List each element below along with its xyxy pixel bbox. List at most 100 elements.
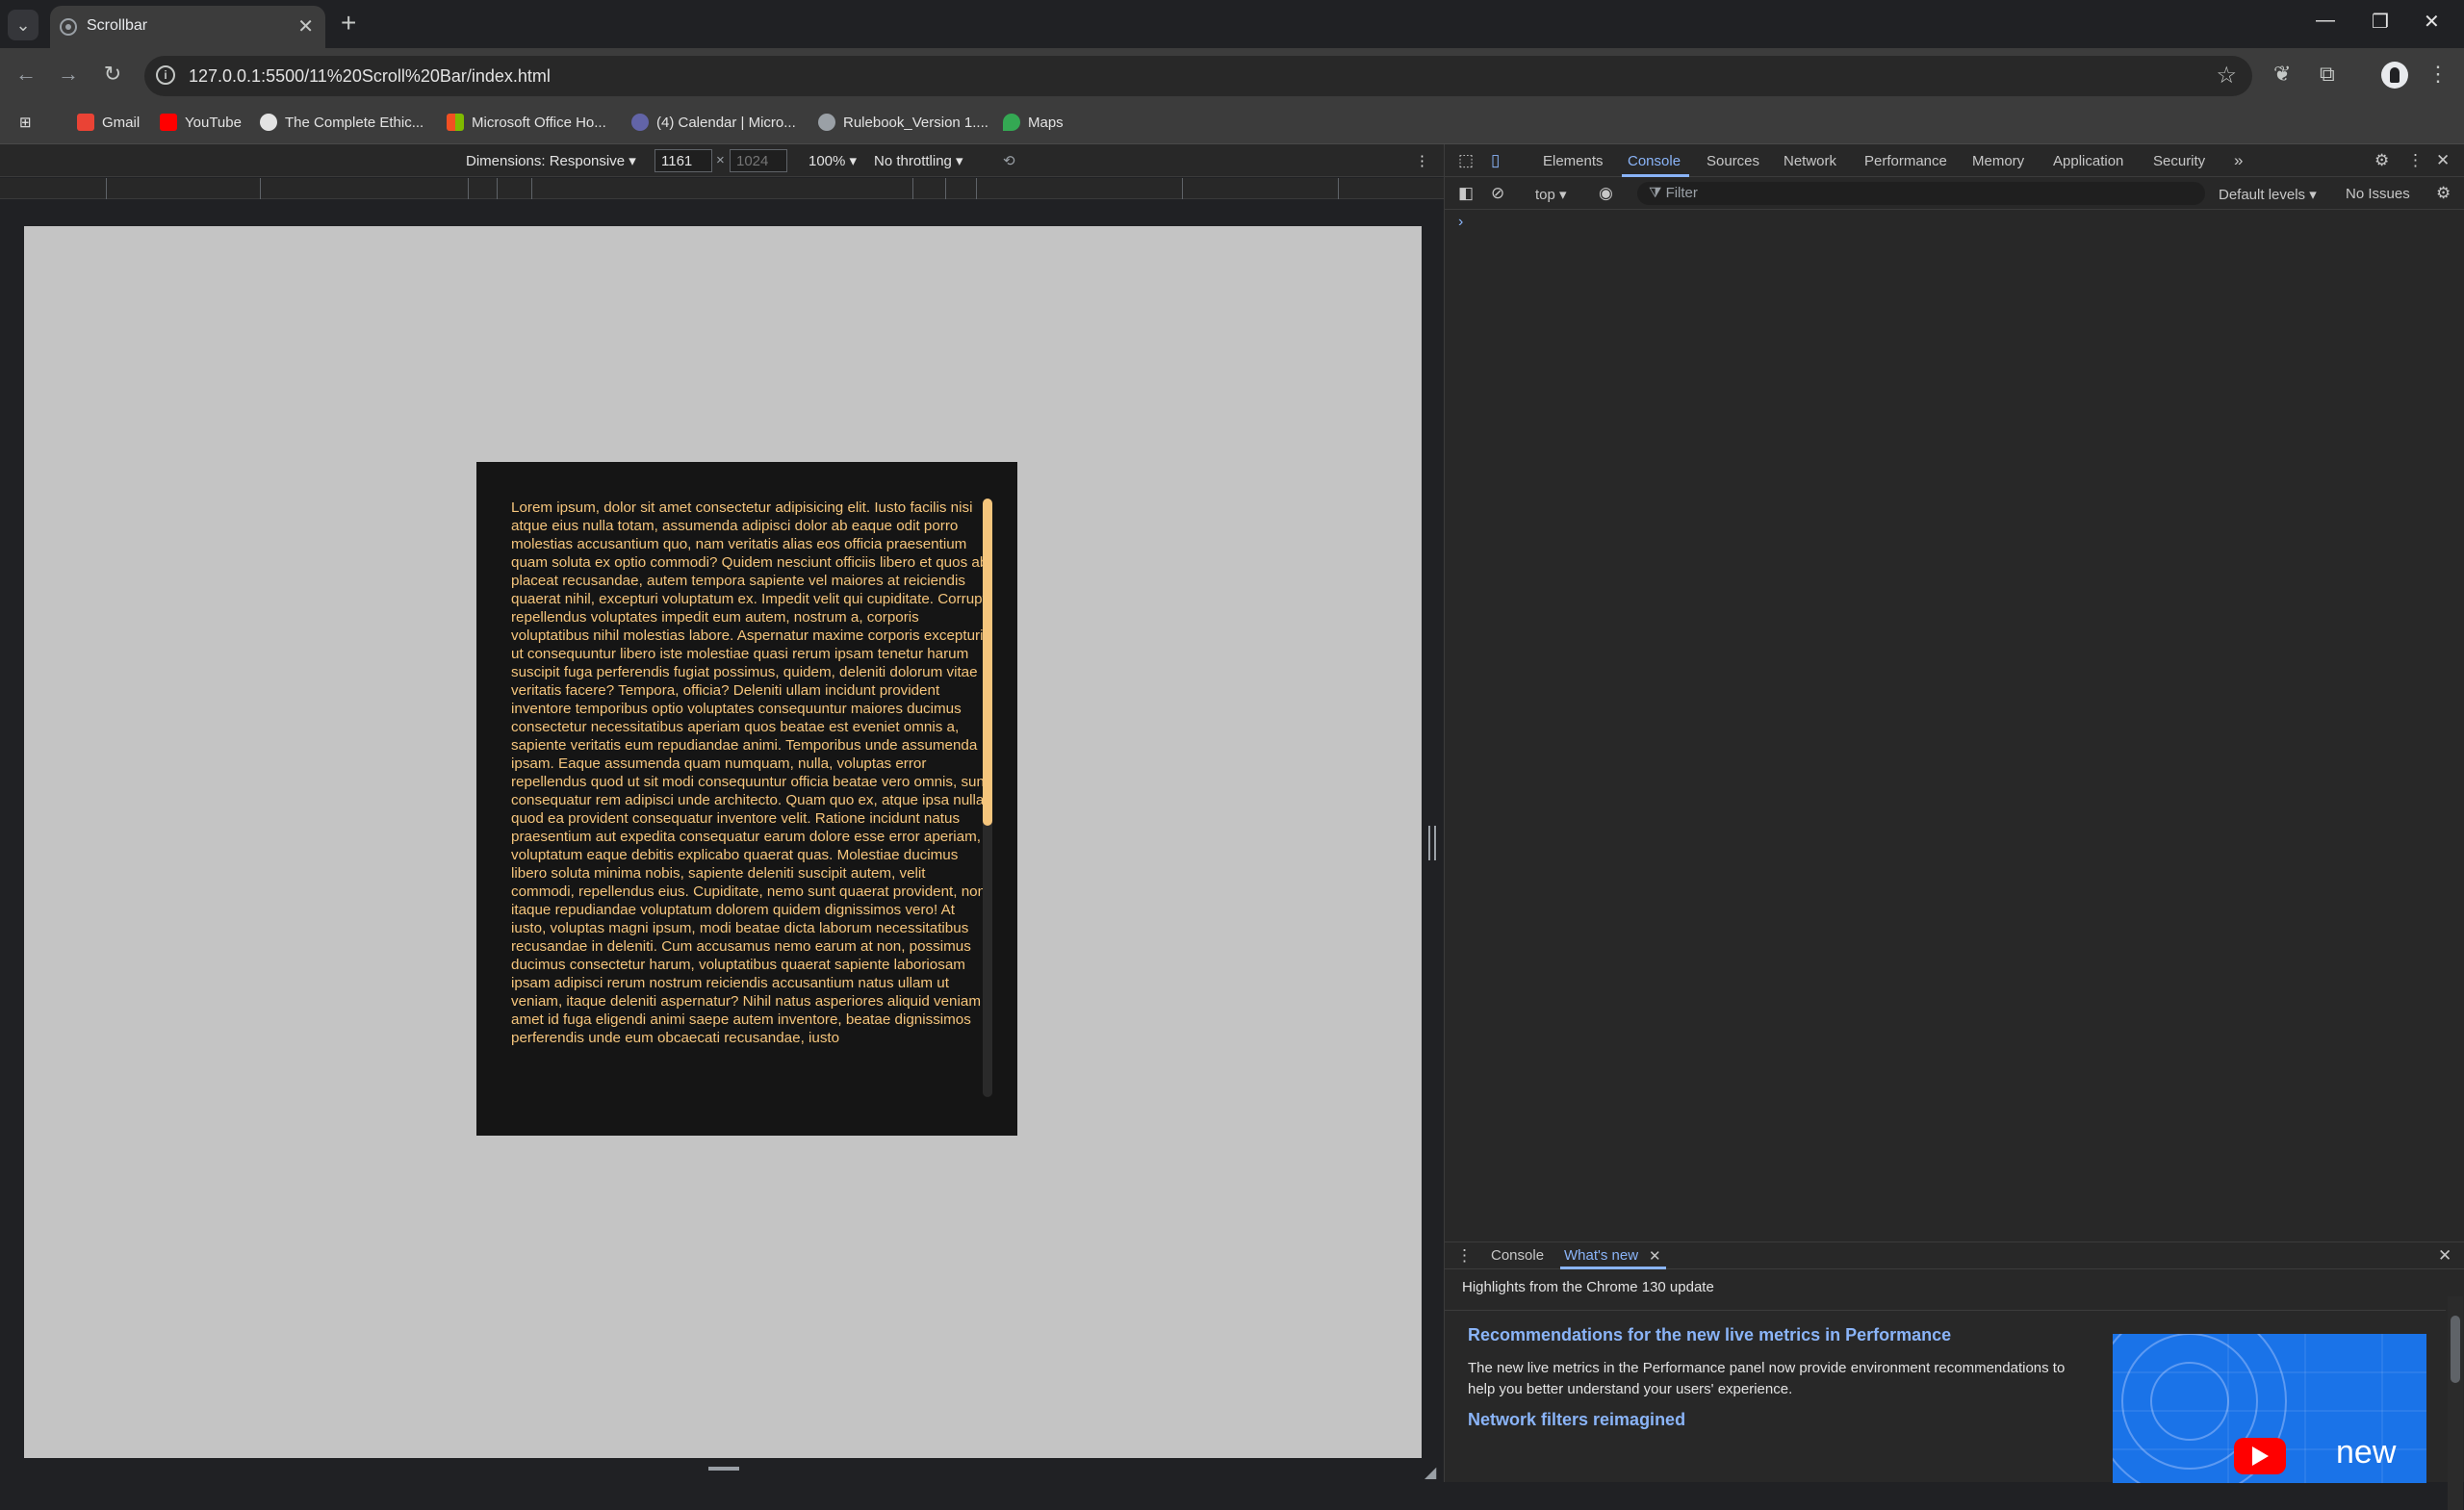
dimensions-dropdown[interactable]: Dimensions: Responsive ▾ — [466, 152, 636, 169]
drawer-tab-console[interactable]: Console — [1491, 1247, 1544, 1264]
restore-icon[interactable]: ❐ — [2372, 10, 2389, 34]
console-settings-icon[interactable]: ⚙ — [2436, 184, 2451, 203]
bookmark-star-icon[interactable]: ☆ — [2216, 62, 2237, 90]
issues-counter[interactable]: No Issues — [2346, 186, 2410, 202]
maps-icon — [1003, 114, 1020, 131]
ruler-tick — [976, 178, 977, 199]
apps-grid-icon[interactable]: ⊞ — [19, 114, 32, 131]
whats-new-panel: Highlights from the Chrome 130 update Re… — [1445, 1269, 2464, 1510]
close-tab-icon[interactable]: ✕ — [297, 14, 314, 38]
corner-resize-icon[interactable]: ◢ — [1424, 1463, 1436, 1482]
zoom-dropdown[interactable]: 100% ▾ — [808, 152, 857, 169]
more-tabs-icon[interactable]: » — [2234, 151, 2243, 170]
console-output[interactable]: › — [1445, 210, 2464, 1249]
custom-scrollbar-track[interactable] — [983, 499, 992, 1097]
teams-icon — [631, 114, 649, 131]
close-window-icon[interactable]: ✕ — [2424, 10, 2440, 34]
extension-icon[interactable]: ❦ — [2273, 62, 2291, 87]
rotate-icon[interactable]: ⟲ — [1003, 152, 1015, 169]
device-toolbar: Dimensions: Responsive ▾ × 100% ▾ No thr… — [0, 144, 1444, 177]
devtools-menu-icon[interactable]: ⋮ — [2407, 151, 2424, 170]
tab-strip: ⌄ Scrollbar ✕ + — ❐ ✕ — [0, 0, 2464, 48]
throttling-dropdown[interactable]: No throttling ▾ — [874, 152, 963, 169]
bookmark-gmail[interactable]: Gmail — [77, 114, 140, 131]
inspect-element-icon[interactable]: ⬚ — [1458, 151, 1474, 170]
scroll-container[interactable]: Lorem ipsum, dolor sit amet consectetur … — [511, 499, 1014, 1097]
tab-search-button[interactable]: ⌄ — [8, 10, 38, 40]
close-drawer-tab-icon[interactable]: ✕ — [1649, 1247, 1661, 1265]
active-tab[interactable]: Scrollbar ✕ — [50, 6, 325, 48]
tab-memory[interactable]: Memory — [1972, 153, 2024, 169]
ruler-tick — [106, 178, 107, 199]
drawer-menu-icon[interactable]: ⋮ — [1456, 1246, 1473, 1266]
settings-gear-icon[interactable]: ⚙ — [2374, 151, 2389, 170]
height-input[interactable] — [730, 149, 787, 172]
ruler-tick — [468, 178, 469, 199]
bookmark-youtube[interactable]: YouTube — [160, 114, 242, 131]
times-icon: × — [716, 152, 725, 168]
device-toggle-icon[interactable]: ▯ — [1491, 151, 1500, 170]
tab-title: Scrollbar — [87, 17, 148, 34]
bookmark-maps[interactable]: Maps — [1003, 114, 1064, 131]
whats-new-item-title[interactable]: Network filters reimagined — [1468, 1410, 1685, 1430]
bookmark-ethics[interactable]: The Complete Ethic... — [260, 114, 424, 131]
back-arrow-icon[interactable]: ← — [12, 62, 40, 87]
new-tab-button[interactable]: + — [341, 9, 356, 38]
tab-security[interactable]: Security — [2153, 153, 2205, 169]
divider — [1445, 1310, 2446, 1311]
media-query-ruler[interactable] — [0, 178, 1444, 199]
eye-icon[interactable]: ◉ — [1599, 184, 1613, 203]
profile-avatar[interactable] — [2381, 62, 2408, 89]
drawer-scrollbar[interactable] — [2448, 1296, 2463, 1510]
globe-icon — [60, 18, 77, 36]
tab-network[interactable]: Network — [1784, 153, 1836, 169]
bookmark-calendar[interactable]: (4) Calendar | Micro... — [631, 114, 796, 131]
drawer-tabbar: ⋮ Console What's new ✕ ✕ — [1445, 1242, 2464, 1269]
sidebar-toggle-icon[interactable]: ◧ — [1458, 184, 1474, 203]
tab-sources[interactable]: Sources — [1707, 153, 1759, 169]
tab-application[interactable]: Application — [2053, 153, 2123, 169]
drawer-tab-whats-new[interactable]: What's new — [1564, 1247, 1638, 1264]
bookmarks-bar: ⊞ Gmail YouTube The Complete Ethic... Mi… — [0, 104, 2464, 144]
close-devtools-icon[interactable]: ✕ — [2436, 151, 2450, 170]
resize-handle-bottom[interactable] — [708, 1467, 739, 1471]
console-filter-input[interactable]: ⧩ Filter — [1637, 182, 2205, 205]
reload-icon[interactable]: ↻ — [98, 62, 127, 87]
browser-toolbar: ← → ↻ i 127.0.0.1:5500/11%20Scroll%20Bar… — [0, 48, 2464, 104]
resize-handle-right[interactable] — [1428, 826, 1436, 860]
log-levels-dropdown[interactable]: Default levels ▾ — [2219, 186, 2317, 203]
more-options-icon[interactable]: ⋮ — [1415, 152, 1429, 169]
tab-console[interactable]: Console — [1628, 153, 1681, 169]
clear-console-icon[interactable]: ⊘ — [1491, 184, 1504, 203]
globe-icon — [818, 114, 835, 131]
drawer-scrollbar-thumb[interactable] — [2451, 1316, 2460, 1383]
puzzle-icon[interactable]: ⧉ — [2320, 62, 2335, 87]
minimize-icon[interactable]: — — [2316, 10, 2335, 32]
page-body: Lorem ipsum, dolor sit amet consectetur … — [24, 226, 1422, 1458]
ruler-tick — [912, 178, 913, 199]
bookmark-office[interactable]: Microsoft Office Ho... — [447, 114, 606, 131]
forward-arrow-icon[interactable]: → — [54, 62, 83, 87]
tab-performance[interactable]: Performance — [1864, 153, 1947, 169]
bookmark-rulebook[interactable]: Rulebook_Version 1.... — [818, 114, 988, 131]
devtools-tabbar: ⬚ ▯ Elements Console Sources Network Per… — [1445, 144, 2464, 177]
whats-new-video-thumbnail[interactable]: new — [2113, 1334, 2426, 1483]
whats-new-item-title[interactable]: Recommendations for the new live metrics… — [1468, 1325, 1951, 1345]
filter-icon: ⧩ — [1649, 185, 1666, 201]
url-text[interactable]: 127.0.0.1:5500/11%20Scroll%20Bar/index.h… — [189, 66, 551, 87]
ruler-tick — [531, 178, 532, 199]
site-info-icon[interactable]: i — [156, 65, 175, 85]
devtools-panel: ⬚ ▯ Elements Console Sources Network Per… — [1444, 144, 2464, 1510]
scroll-card: Lorem ipsum, dolor sit amet consectetur … — [476, 462, 1017, 1136]
menu-kebab-icon[interactable]: ⋮ — [2427, 62, 2449, 87]
close-drawer-icon[interactable]: ✕ — [2438, 1246, 2451, 1266]
custom-scrollbar-thumb[interactable] — [983, 499, 992, 826]
context-dropdown[interactable]: top ▾ — [1535, 186, 1567, 203]
lorem-text: Lorem ipsum, dolor sit amet consectetur … — [511, 499, 990, 1046]
width-input[interactable] — [654, 149, 712, 172]
ruler-tick — [1182, 178, 1183, 199]
tab-elements[interactable]: Elements — [1543, 153, 1604, 169]
ruler-tick — [260, 178, 261, 199]
console-prompt[interactable]: › — [1458, 214, 1463, 231]
address-bar[interactable]: i 127.0.0.1:5500/11%20Scroll%20Bar/index… — [144, 56, 2252, 96]
